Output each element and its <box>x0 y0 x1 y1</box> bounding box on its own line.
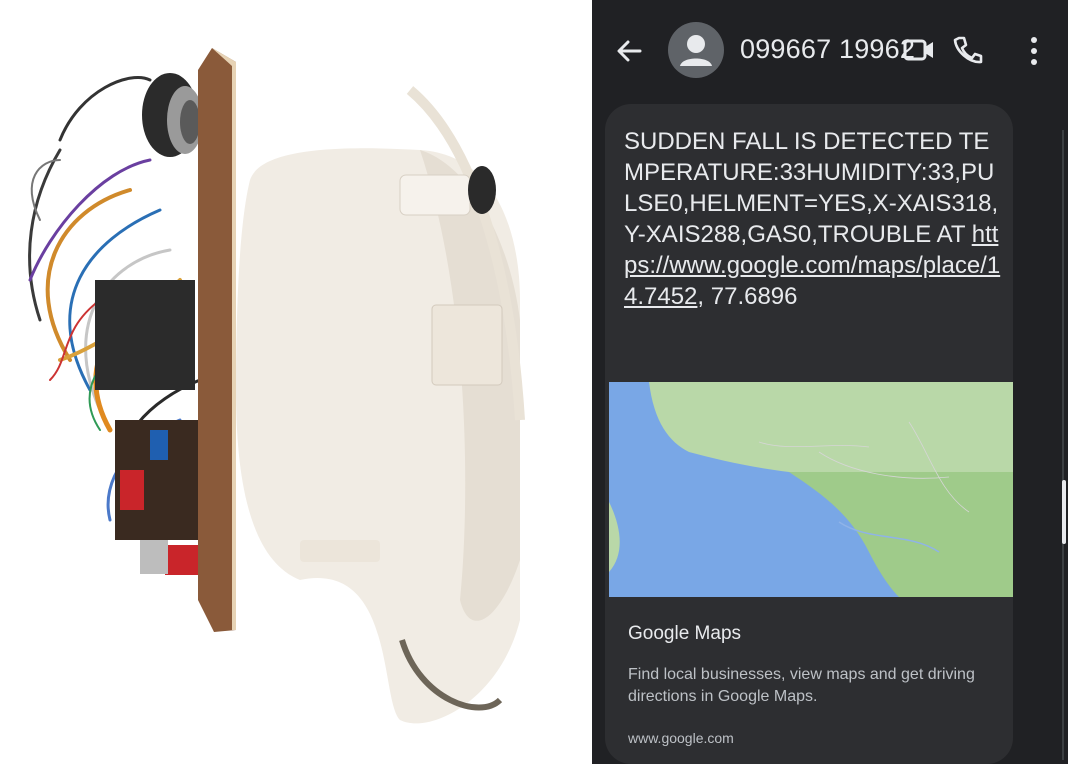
avatar-icon[interactable] <box>668 22 724 78</box>
video-call-icon[interactable] <box>902 35 936 65</box>
sms-screen: 099667 19962 SUDDEN FALL IS DETECTED TEM… <box>592 0 1068 764</box>
preview-title[interactable]: Google Maps <box>628 623 741 645</box>
scroll-track <box>1062 130 1064 760</box>
preview-description: Find local businesses, view maps and get… <box>628 666 975 705</box>
message-body: SUDDEN FALL IS DETECTED TEMPERATURE:33HU… <box>624 128 999 248</box>
hard-hat <box>236 86 525 724</box>
more-vert-icon[interactable] <box>1028 34 1040 68</box>
contact-phone-number[interactable]: 099667 19962 <box>740 34 915 65</box>
wooden-base-plank <box>198 48 236 632</box>
message-bubble[interactable]: SUDDEN FALL IS DETECTED TEMPERATURE:33HU… <box>605 104 1013 764</box>
helmet-device-photo <box>0 0 592 764</box>
conversation-header: 099667 19962 <box>592 0 1068 100</box>
preview-domain: www.google.com <box>628 730 734 746</box>
helmet-device-illustration <box>28 48 525 724</box>
message-trailing: , 77.6896 <box>697 283 798 310</box>
phone-call-icon[interactable] <box>951 34 983 66</box>
circuit-board-upper <box>95 280 195 390</box>
message-text: SUDDEN FALL IS DETECTED TEMPERATURE:33HU… <box>624 126 1004 312</box>
scrollbar-thumb[interactable] <box>1062 480 1066 544</box>
map-preview-image[interactable] <box>609 382 1013 597</box>
back-arrow-icon[interactable] <box>614 36 644 66</box>
speaker <box>142 73 203 157</box>
